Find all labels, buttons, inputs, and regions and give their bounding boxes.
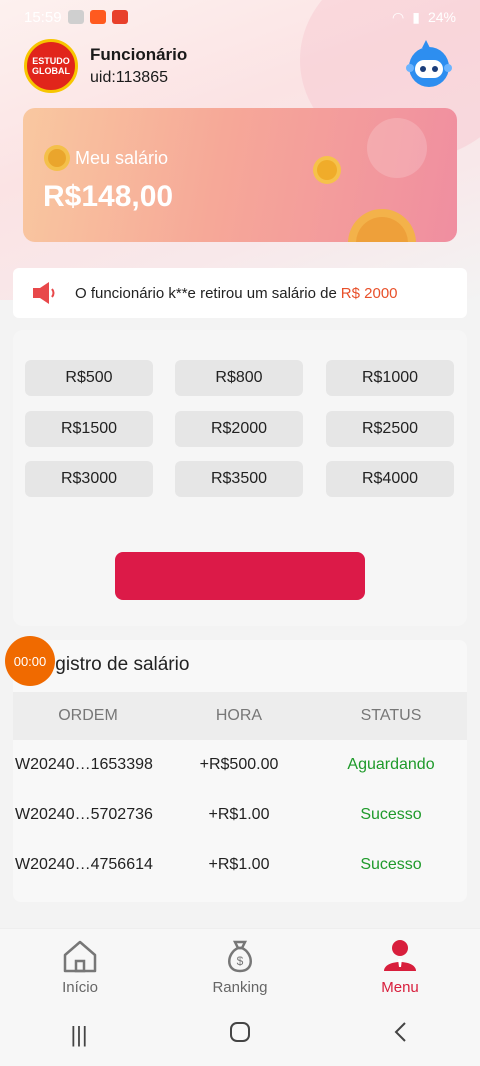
record-icon: [89, 10, 106, 24]
recent-apps-icon[interactable]: |||: [70, 1022, 87, 1048]
withdraw-button[interactable]: [115, 552, 365, 600]
column-header-status: STATUS: [360, 707, 422, 724]
nav-menu[interactable]: Menu: [340, 937, 460, 996]
notification-icon: [67, 10, 84, 24]
order-status: Sucesso: [360, 806, 422, 823]
salary-records: Registro de salário ORDEM HORA STATUS W2…: [13, 640, 467, 902]
order-amount: +R$1.00: [208, 856, 270, 873]
order-amount: +R$500.00: [199, 756, 279, 773]
coin-icon: [44, 145, 70, 171]
order-status: Sucesso: [360, 856, 422, 873]
user-uid: uid:113865: [90, 69, 168, 86]
amount-option[interactable]: R$2500: [326, 411, 454, 447]
nav-ranking-label: Ranking: [212, 979, 268, 996]
battery-level: 24%: [427, 9, 456, 25]
order-id: W20240…1653398: [15, 756, 153, 773]
table-header: ORDEM HORA STATUS: [13, 692, 467, 740]
back-icon[interactable]: [392, 1021, 410, 1049]
amount-selector: R$500 R$800 R$1000 R$1500 R$2000 R$2500 …: [13, 330, 467, 626]
company-logo: ESTUDO GLOBAL: [24, 39, 78, 93]
column-header-order: ORDEM: [58, 707, 118, 724]
robot-support-icon[interactable]: [402, 38, 456, 92]
home-button-icon[interactable]: [229, 1021, 251, 1049]
notice-text: O funcionário k**e retirou um salário de: [75, 284, 337, 302]
coins-decoration: [313, 118, 427, 242]
order-id: W20240…4756614: [15, 856, 153, 873]
amount-option[interactable]: R$4000: [326, 461, 454, 497]
status-bar: 15:59 ◠ ▮ 24%: [0, 0, 480, 34]
amount-option[interactable]: R$800: [175, 360, 303, 396]
money-bag-icon: $: [228, 940, 252, 973]
order-status: Aguardando: [347, 756, 435, 773]
user-name: Funcionário: [90, 45, 188, 64]
app-icon: [111, 10, 128, 24]
system-navigation: |||: [0, 1004, 480, 1066]
salary-card: Meu salário R$148,00: [23, 108, 457, 242]
bottom-navigation: Início $ Ranking Menu: [0, 928, 480, 1004]
user-icon: [384, 940, 416, 971]
nav-home[interactable]: Início: [20, 937, 140, 996]
amount-option[interactable]: R$3000: [25, 461, 153, 497]
table-row: W20240…4756614 +R$1.00 Sucesso: [13, 840, 467, 890]
salary-amount: R$148,00: [43, 180, 174, 213]
recording-timer[interactable]: 00:00: [5, 636, 55, 686]
amount-option[interactable]: R$1000: [326, 360, 454, 396]
home-icon: [63, 940, 97, 973]
nav-menu-label: Menu: [381, 979, 419, 996]
amount-option[interactable]: R$2000: [175, 411, 303, 447]
table-row: W20240…5702736 +R$1.00 Sucesso: [13, 790, 467, 840]
signal-icon: ▮: [412, 8, 420, 25]
order-amount: +R$1.00: [208, 806, 270, 823]
notice-amount: R$ 2000: [340, 284, 398, 302]
profile-header: ESTUDO GLOBAL Funcionário uid:113865: [24, 38, 456, 94]
nav-home-label: Início: [62, 979, 98, 996]
column-header-time: HORA: [215, 707, 263, 724]
table-row: W20240…1653398 +R$500.00 Aguardando: [13, 740, 467, 790]
nav-ranking[interactable]: $ Ranking: [180, 937, 300, 996]
amount-option[interactable]: R$500: [25, 360, 153, 396]
wifi-icon: ◠: [392, 8, 405, 25]
order-id: W20240…5702736: [15, 806, 153, 823]
amount-option[interactable]: R$3500: [175, 461, 303, 497]
withdraw-notice: O funcionário k**e retirou um salário de…: [13, 268, 467, 318]
clock: 15:59: [24, 8, 62, 26]
svg-text:$: $: [237, 954, 244, 968]
salary-label: Meu salário: [75, 147, 169, 168]
amount-option[interactable]: R$1500: [25, 411, 153, 447]
speaker-icon: [33, 282, 55, 304]
